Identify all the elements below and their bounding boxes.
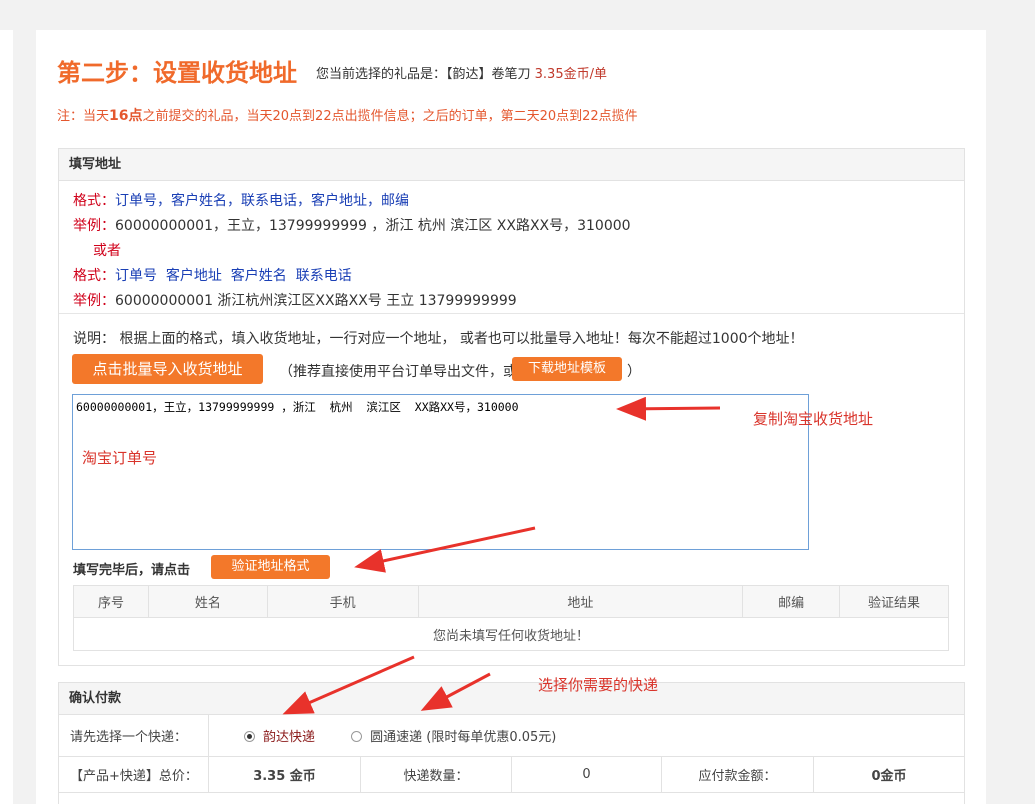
annotation-arrows bbox=[282, 396, 721, 715]
arrow-to-yuantong bbox=[420, 672, 491, 711]
arrow-to-verify bbox=[354, 526, 536, 573]
arrow-to-textarea bbox=[616, 396, 721, 421]
arrow-to-yunda bbox=[282, 655, 415, 715]
